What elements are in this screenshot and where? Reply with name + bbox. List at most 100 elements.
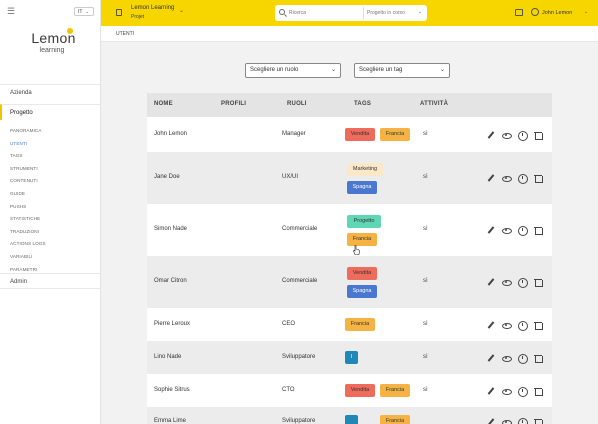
logo: Lemon learning	[21, 28, 83, 54]
subnav-item-variabili[interactable]: VARIABILI	[10, 251, 46, 264]
project-icon	[116, 9, 122, 16]
tag-badge[interactable]: Spagna	[347, 181, 377, 194]
tag-badge[interactable]: Spagna	[347, 285, 377, 298]
subnav-item-contenuti[interactable]: CONTENUTI	[10, 175, 46, 188]
header-attivita[interactable]: ATTIVITÀ	[420, 101, 448, 107]
tag-badge[interactable]: Vendita	[347, 267, 377, 280]
eye-icon[interactable]	[502, 387, 512, 395]
project-name[interactable]: Lemon Learning	[131, 5, 174, 11]
tag-badge[interactable]: Francia	[347, 233, 377, 246]
topbar: Lemon Learning Projet ⌄ Progetto in cors…	[101, 0, 598, 26]
subnav-item-traduzioni[interactable]: TRADUZIONI	[10, 226, 46, 239]
eye-icon[interactable]	[502, 354, 512, 362]
clock-icon[interactable]	[518, 418, 528, 424]
cell-activity: sì	[423, 353, 428, 360]
header-profili[interactable]: PROFILI	[221, 101, 246, 107]
cell-role: CTO	[282, 386, 295, 393]
table-row: Emma Lime Sviluppatore Francia	[147, 407, 552, 424]
clock-icon[interactable]	[518, 130, 528, 141]
user-icon[interactable]	[531, 8, 539, 16]
message-icon[interactable]	[515, 9, 523, 16]
trash-icon[interactable]	[534, 387, 543, 396]
cell-role: Sviluppatore	[282, 418, 316, 424]
trash-icon[interactable]	[534, 226, 543, 235]
tag-badge[interactable]: Vendita	[345, 127, 375, 141]
hamburger-icon[interactable]: ☰	[7, 7, 15, 16]
table-row: John Lemon Manager Vendita Francia sì	[147, 117, 552, 152]
trash-icon[interactable]	[534, 418, 543, 424]
search-icon	[279, 9, 285, 15]
tag-badge[interactable]	[345, 415, 358, 424]
tag-badge[interactable]: Marketing	[347, 163, 383, 176]
tag-badge[interactable]: I	[345, 350, 358, 364]
trash-icon[interactable]	[534, 131, 543, 140]
table-row: Sophie Sitrus CTO Vendita Francia sì	[147, 374, 552, 407]
tag-filter-select[interactable]: Scegliere un tag ⌄	[354, 63, 450, 78]
cell-name: Omar Citron	[154, 278, 187, 284]
edit-icon[interactable]	[487, 131, 495, 139]
logo-subtext: learning	[39, 47, 65, 54]
tag-badge[interactable]: Francia	[380, 415, 410, 424]
cell-name: Simon Nade	[154, 226, 188, 232]
trash-icon[interactable]	[534, 278, 543, 287]
search-input[interactable]	[289, 8, 359, 18]
clock-icon[interactable]	[518, 226, 528, 236]
chevron-down-icon[interactable]: ⌄	[418, 9, 422, 15]
subnav-item-actions-logs[interactable]: ACTIONS LOGS	[10, 238, 46, 251]
subnav-item-utenti[interactable]: UTENTI	[10, 138, 46, 151]
cell-role: Commerciale	[282, 278, 318, 284]
language-select[interactable]: IT ⌄	[74, 7, 94, 16]
tag-badge[interactable]: Vendita	[345, 383, 375, 397]
eye-icon[interactable]	[502, 278, 512, 286]
search-bar: Progetto in corso ⌄	[275, 5, 427, 21]
header-ruoli[interactable]: RUOLI	[287, 101, 307, 107]
trash-icon[interactable]	[534, 174, 543, 183]
header-tags[interactable]: TAGS	[354, 101, 371, 107]
edit-icon[interactable]	[487, 174, 495, 182]
edit-icon[interactable]	[487, 354, 495, 362]
subnav-item-strumenti[interactable]: STRUMENTI	[10, 163, 46, 176]
subnav-item-guide[interactable]: GUIDE	[10, 188, 46, 201]
chevron-down-icon[interactable]: ⌄	[584, 9, 588, 15]
table-row: Pierre Leroux CEO Francia sì	[147, 308, 552, 341]
role-filter-label: Scegliere un ruolo	[250, 67, 299, 73]
edit-icon[interactable]	[487, 387, 495, 395]
cell-activity: sì	[423, 174, 428, 180]
role-filter-select[interactable]: Scegliere un ruolo ⌄	[245, 63, 341, 78]
edit-icon[interactable]	[487, 278, 495, 286]
edit-icon[interactable]	[487, 321, 495, 329]
nav-item-progetto[interactable]: Progetto	[0, 104, 101, 120]
trash-icon[interactable]	[534, 354, 543, 363]
chevron-down-icon[interactable]: ⌄	[179, 7, 184, 14]
clock-icon[interactable]	[518, 278, 528, 288]
tag-badge[interactable]: Francia	[345, 317, 375, 331]
clock-icon[interactable]	[518, 353, 528, 364]
edit-icon[interactable]	[487, 226, 495, 234]
table-row: Jane Doe UX/UI Marketing Spagna sì	[147, 152, 552, 204]
user-name[interactable]: John Lemon	[542, 10, 572, 16]
subnav-item-pushs[interactable]: PUSHS	[10, 201, 46, 214]
tag-badge[interactable]: Progetto	[347, 215, 381, 228]
eye-icon[interactable]	[502, 418, 512, 424]
eye-icon[interactable]	[502, 131, 512, 139]
eye-icon[interactable]	[502, 321, 512, 329]
search-scope-select[interactable]: Progetto in corso	[367, 10, 405, 16]
subnav-item-tags[interactable]: TAGS	[10, 150, 46, 163]
clock-icon[interactable]	[518, 320, 528, 331]
subnav-item-statistiche[interactable]: STATISTICHE	[10, 213, 46, 226]
clock-icon[interactable]	[518, 386, 528, 397]
cell-name: Lino Nade	[154, 353, 182, 360]
nav-item-admin[interactable]: Admin	[0, 273, 101, 289]
nav-item-azienda[interactable]: Azienda	[0, 84, 101, 100]
subnav-item-panoramica[interactable]: PANORAMICA	[10, 125, 46, 138]
edit-icon[interactable]	[487, 418, 495, 424]
eye-icon[interactable]	[502, 226, 512, 234]
tag-badge[interactable]: Francia	[380, 383, 410, 397]
trash-icon[interactable]	[534, 321, 543, 330]
clock-icon[interactable]	[518, 174, 528, 184]
table-row: Lino Nade Sviluppatore Isì	[147, 341, 552, 374]
cell-role: Manager	[282, 130, 306, 137]
eye-icon[interactable]	[502, 174, 512, 182]
header-nome[interactable]: NOME	[154, 101, 173, 107]
tag-badge[interactable]: Francia	[380, 127, 410, 141]
